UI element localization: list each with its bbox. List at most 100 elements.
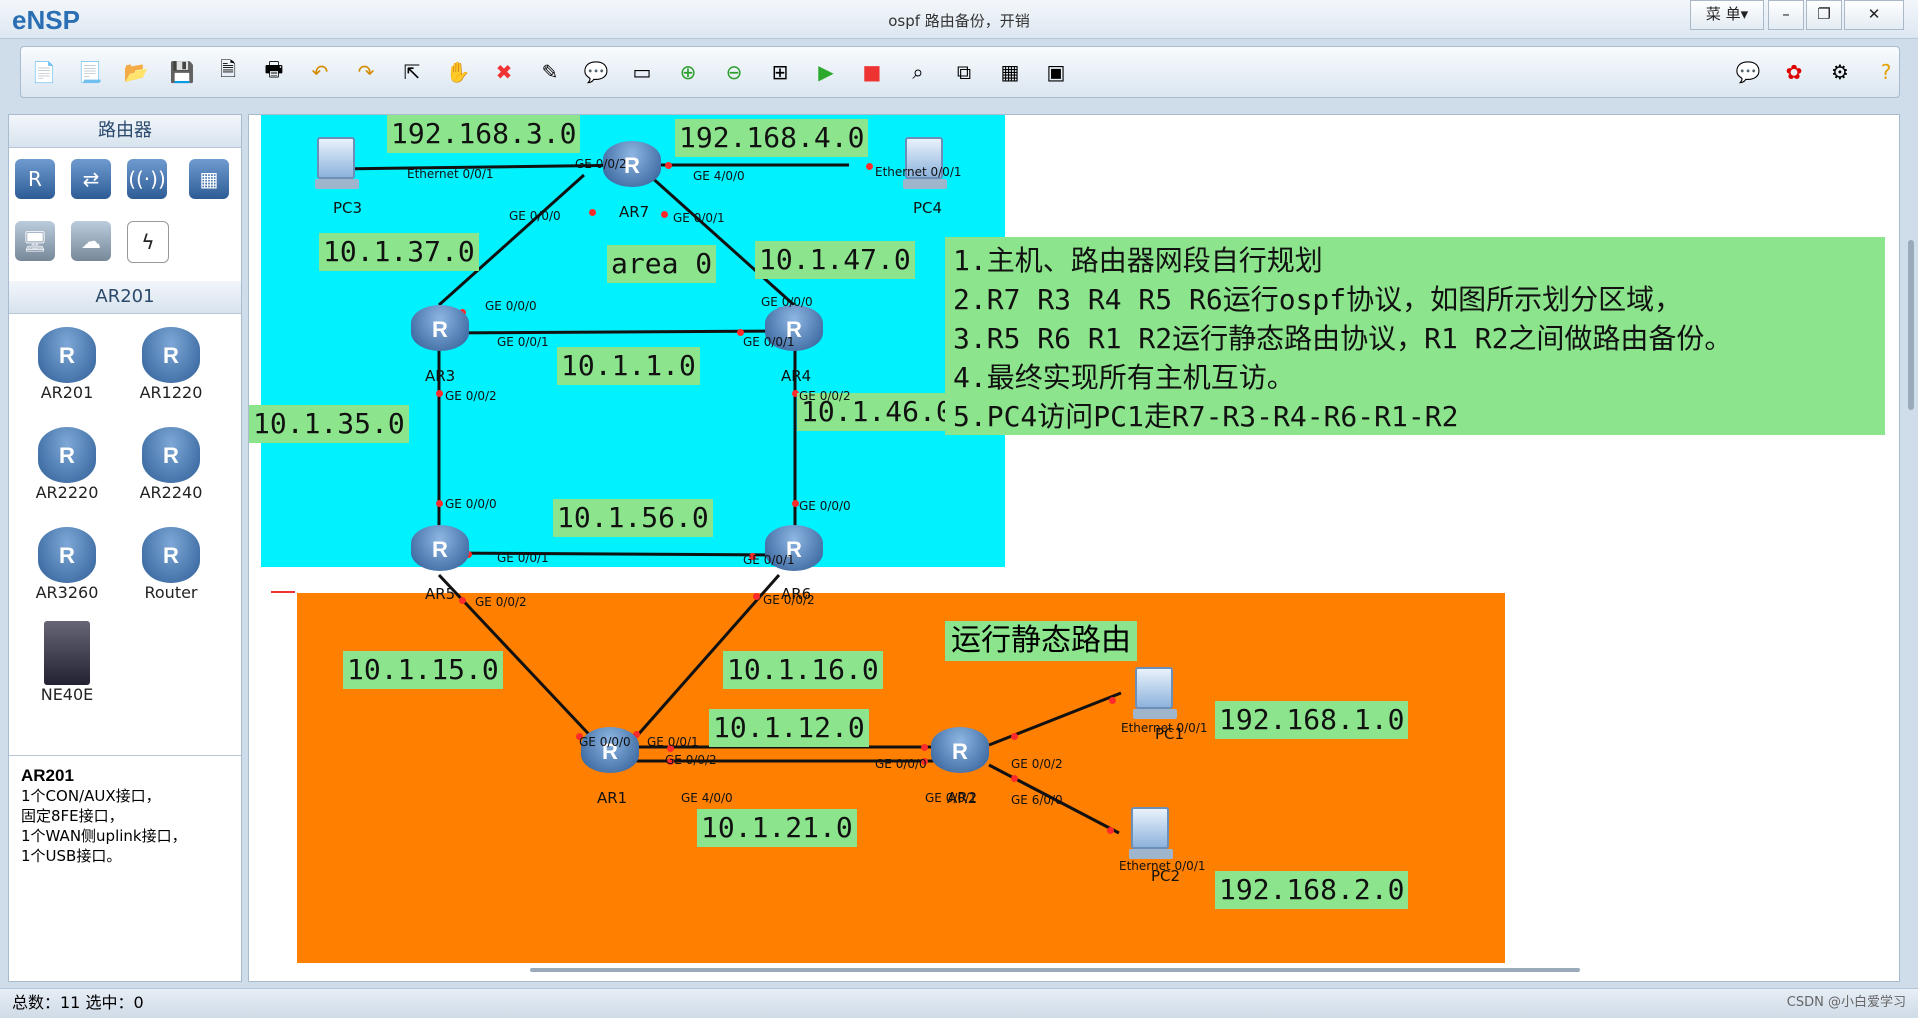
device-ar3260[interactable]: AR3260 <box>17 527 117 602</box>
open-icon[interactable]: 📂 <box>121 57 151 87</box>
fit-icon[interactable]: ⊞ <box>765 57 795 87</box>
delete-link-icon[interactable]: ✎ <box>535 57 565 87</box>
port-dot <box>753 593 760 600</box>
router-category-icon[interactable]: R <box>15 159 55 199</box>
capture-icon[interactable]: ⌕ <box>903 57 933 87</box>
link-ar2-pc1 <box>988 691 1122 747</box>
port-dot <box>436 500 443 507</box>
horizontal-scrollbar[interactable] <box>530 968 1580 972</box>
undo-icon[interactable]: ↶ <box>305 57 335 87</box>
ar5-node[interactable] <box>411 525 469 571</box>
pc4-node[interactable] <box>899 135 955 193</box>
subnet-label: 192.168.4.0 <box>675 119 869 157</box>
port-dot <box>1011 733 1018 740</box>
port-dot <box>1107 827 1114 834</box>
link-ar5-ar6 <box>438 551 796 557</box>
ar1-node[interactable] <box>581 727 639 773</box>
title-bar: eNSP ospf 路由备份，开销 菜 单▾ – ❐ ✕ <box>0 0 1918 39</box>
router-icon <box>142 527 200 583</box>
save-as-icon[interactable]: 🗎 <box>213 57 243 87</box>
stop-icon[interactable]: ■ <box>857 57 887 87</box>
subnet-label: 10.1.12.0 <box>709 709 869 747</box>
subnet-label: 10.1.47.0 <box>755 241 915 279</box>
device-description: AR201 1个CON/AUX接口， 固定8FE接口， 1个WAN侧uplink… <box>9 755 241 866</box>
print-icon[interactable]: 🖶 <box>259 57 289 87</box>
device-router[interactable]: Router <box>121 527 221 602</box>
device-ne40e[interactable]: NE40E <box>17 621 117 704</box>
cloud-category-icon[interactable]: ☁ <box>71 221 111 261</box>
delete-icon[interactable]: ✖ <box>489 57 519 87</box>
save-icon[interactable]: 💾 <box>167 57 197 87</box>
zoom-out-icon[interactable]: ⊖ <box>719 57 749 87</box>
area-label: area 0 <box>607 245 717 283</box>
device-ar201[interactable]: AR201 <box>17 327 117 402</box>
pc3-node[interactable] <box>311 135 367 193</box>
help-icon[interactable]: ? <box>1871 57 1901 87</box>
device-ar2220[interactable]: AR2220 <box>17 427 117 502</box>
start-icon[interactable]: ▶ <box>811 57 841 87</box>
link-category-icon[interactable]: ϟ <box>127 221 169 263</box>
router-icon <box>38 427 96 483</box>
topology-canvas[interactable]: PC3 AR7 PC4 AR3 AR4 AR5 AR6 AR1 AR2 PC1 … <box>248 114 1900 982</box>
port-dot <box>1011 775 1018 782</box>
router-icon <box>142 427 200 483</box>
static-route-label: 运行静态路由 <box>945 621 1137 661</box>
model-header: AR201 <box>9 281 241 314</box>
subnet-label: 192.168.1.0 <box>1215 701 1409 739</box>
router-icon <box>142 327 200 383</box>
watermark: CSDN @小白爱学习 <box>1786 995 1906 1010</box>
ar3-node[interactable] <box>411 305 469 351</box>
port-dot <box>665 162 672 169</box>
minimize-icon[interactable]: – <box>1768 0 1804 30</box>
redo-icon[interactable]: ↷ <box>351 57 381 87</box>
text-icon[interactable]: 💬 <box>581 57 611 87</box>
device-ar2240[interactable]: AR2240 <box>121 427 221 502</box>
port-dot <box>459 597 466 604</box>
palette-icon[interactable]: ▭ <box>627 57 657 87</box>
subnet-label: 10.1.16.0 <box>723 651 883 689</box>
menu-button[interactable]: 菜 单▾ <box>1690 0 1764 30</box>
wireless-category-icon[interactable]: ((·)) <box>127 159 167 199</box>
zoom-in-icon[interactable]: ⊕ <box>673 57 703 87</box>
huawei-icon[interactable]: ✿ <box>1779 57 1809 87</box>
router-category-header: 路由器 <box>9 115 241 148</box>
status-count: 总数：11 选中：0 <box>12 993 144 1012</box>
subnet-label: 10.1.56.0 <box>553 499 713 537</box>
requirements-note[interactable]: 1.主机、路由器网段自行规划 2.R7 R3 R4 R5 R6运行ospf协议，… <box>945 237 1885 435</box>
subnet-label: 192.168.2.0 <box>1215 871 1409 909</box>
restore-icon[interactable]: ❐ <box>1806 0 1842 30</box>
settings-icon[interactable]: ⚙ <box>1825 57 1855 87</box>
vertical-scrollbar[interactable] <box>1908 240 1914 410</box>
select-icon[interactable]: ⇱ <box>397 57 427 87</box>
port-dot <box>921 744 928 751</box>
new-topo-icon[interactable]: 📄 <box>29 57 59 87</box>
pc-category-icon[interactable]: 🖥 <box>15 221 55 261</box>
pc1-node[interactable] <box>1129 665 1185 723</box>
new-file-icon[interactable]: 📃 <box>75 57 105 87</box>
console-icon[interactable]: ▣ <box>1041 57 1071 87</box>
window-title: ospf 路由备份，开销 <box>888 12 1030 30</box>
grid-icon[interactable]: ▦ <box>995 57 1025 87</box>
port-dot <box>792 500 799 507</box>
pan-icon[interactable]: ✋ <box>443 57 473 87</box>
device-ar1220[interactable]: AR1220 <box>121 327 221 402</box>
port-dot <box>1109 697 1116 704</box>
subnet-label: 10.1.37.0 <box>319 233 479 271</box>
chassis-icon <box>44 621 90 685</box>
port-dot <box>661 211 668 218</box>
pc2-node[interactable] <box>1125 805 1181 863</box>
port-dot <box>436 390 443 397</box>
firewall-category-icon[interactable]: ▦ <box>189 159 229 199</box>
port-dot <box>866 163 873 170</box>
link-ar7-ar4 <box>647 173 796 307</box>
ar2-node[interactable] <box>931 727 989 773</box>
topology-icon[interactable]: ⧉ <box>949 57 979 87</box>
port-dot <box>589 209 596 216</box>
subnet-label: 10.1.35.0 <box>249 405 409 443</box>
subnet-label: 192.168.3.0 <box>387 115 581 153</box>
switch-category-icon[interactable]: ⇄ <box>71 159 111 199</box>
router-icon <box>38 527 96 583</box>
chat-icon[interactable]: 💬 <box>1733 57 1763 87</box>
subnet-label: 10.1.21.0 <box>697 809 857 847</box>
close-icon[interactable]: ✕ <box>1844 0 1904 30</box>
